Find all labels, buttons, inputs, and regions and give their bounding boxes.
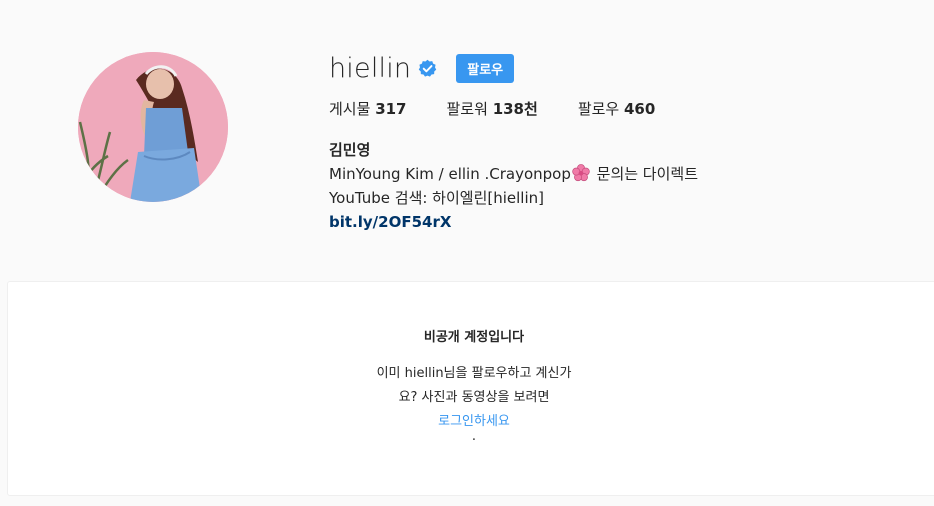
stat-posts-label: 게시물 [329, 100, 371, 118]
profile-bio: 김민영 MinYoung Kim / ellin .Crayonpop 문의는 … [329, 138, 698, 234]
private-notice-line-2: 요? 사진과 동영상을 보려면 [398, 390, 550, 405]
private-account-notice: 비공개 계정입니다 이미 hiellin님을 팔로우하고 계신가 요? 사진과 … [7, 281, 934, 496]
stat-followers-label: 팔로워 [446, 100, 488, 118]
stat-followers-value: 138천 [492, 100, 538, 118]
profile-page: hiellin 팔로우 게시물 317 팔로워 138천 팔로우 460 김민영… [0, 0, 934, 506]
private-notice-message: 이미 hiellin님을 팔로우하고 계신가 요? 사진과 동영상을 보려면 [372, 362, 576, 410]
bio-line-2: YouTube 검색: 하이엘린[hiellin] [329, 189, 545, 207]
verified-badge-icon [418, 59, 437, 78]
profile-username: hiellin [329, 52, 412, 84]
stat-posts-value: 317 [375, 100, 407, 118]
cherry-blossom-icon [572, 164, 590, 182]
avatar-photo [78, 52, 228, 202]
profile-full-name: 김민영 [329, 141, 371, 159]
private-notice-title: 비공개 계정입니다 [423, 330, 525, 345]
profile-stats: 게시물 317 팔로워 138천 팔로우 460 [329, 98, 698, 119]
stat-posts: 게시물 317 [329, 98, 407, 119]
bio-external-link[interactable]: bit.ly/2OF54rX [329, 213, 451, 231]
stat-followers[interactable]: 팔로워 138천 [447, 98, 538, 119]
bio-line-1-suffix: 문의는 다이렉트 [591, 165, 699, 183]
private-notice-content: 비공개 계정입니다 이미 hiellin님을 팔로우하고 계신가 요? 사진과 … [372, 326, 576, 444]
bio-line-1: MinYoung Kim / ellin .Crayonpop 문의는 다이렉트 [329, 162, 698, 186]
stat-following-label: 팔로우 [577, 100, 620, 118]
profile-avatar[interactable] [78, 52, 228, 202]
private-notice-trailing-dot: . [471, 429, 477, 444]
private-notice-line-1: 이미 hiellin님을 팔로우하고 계신가 [376, 366, 572, 381]
follow-button[interactable]: 팔로우 [456, 53, 515, 83]
stat-following[interactable]: 팔로우 460 [578, 98, 656, 119]
bio-line-1-text: MinYoung Kim / ellin .Crayonpop [329, 165, 571, 183]
profile-title-row: hiellin 팔로우 [329, 50, 698, 86]
profile-info: hiellin 팔로우 게시물 317 팔로워 138천 팔로우 460 김민영… [329, 50, 698, 234]
stat-following-value: 460 [624, 100, 656, 118]
